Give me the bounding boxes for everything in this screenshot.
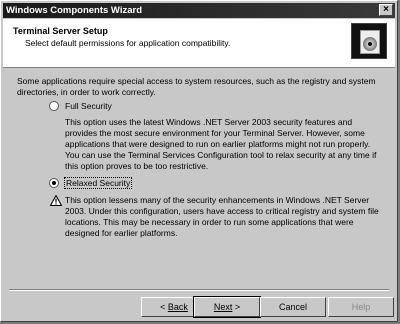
window-title: Windows Components Wizard <box>6 5 142 16</box>
title-bar[interactable]: Windows Components Wizard × <box>3 3 395 18</box>
page-title: Terminal Server Setup <box>13 26 108 36</box>
radio-relaxed-security[interactable] <box>49 178 59 188</box>
cancel-button[interactable]: Cancel <box>260 297 326 317</box>
wizard-header: Terminal Server Setup Select default per… <box>3 19 395 68</box>
option-full-security[interactable]: Full Security <box>49 101 112 111</box>
radio-full-security[interactable] <box>49 101 59 111</box>
setup-box-icon <box>351 23 387 59</box>
option-relaxed-security[interactable]: Relaxed Security <box>49 177 133 189</box>
next-label: Next <box>213 302 233 312</box>
relaxed-security-label[interactable]: Relaxed Security <box>63 177 133 189</box>
button-separator <box>9 289 389 291</box>
warning-icon <box>50 195 62 206</box>
next-button[interactable]: Next > <box>193 296 261 318</box>
relaxed-security-description: This option lessens many of the security… <box>65 195 379 238</box>
help-button[interactable]: Help <box>328 297 394 317</box>
full-security-label[interactable]: Full Security <box>65 101 112 111</box>
back-label: Back <box>167 302 188 312</box>
back-prefix: < <box>160 302 168 312</box>
wizard-content: Some applications require special access… <box>1 68 397 290</box>
intro-text: Some applications require special access… <box>17 76 376 97</box>
wizard-window: Windows Components Wizard × Terminal Ser… <box>0 0 398 322</box>
full-security-description: This option uses the latest Windows .NET… <box>65 117 377 171</box>
page-subtitle: Select default permissions for applicati… <box>25 38 231 48</box>
close-button[interactable]: × <box>379 4 393 16</box>
next-suffix: > <box>232 302 241 312</box>
